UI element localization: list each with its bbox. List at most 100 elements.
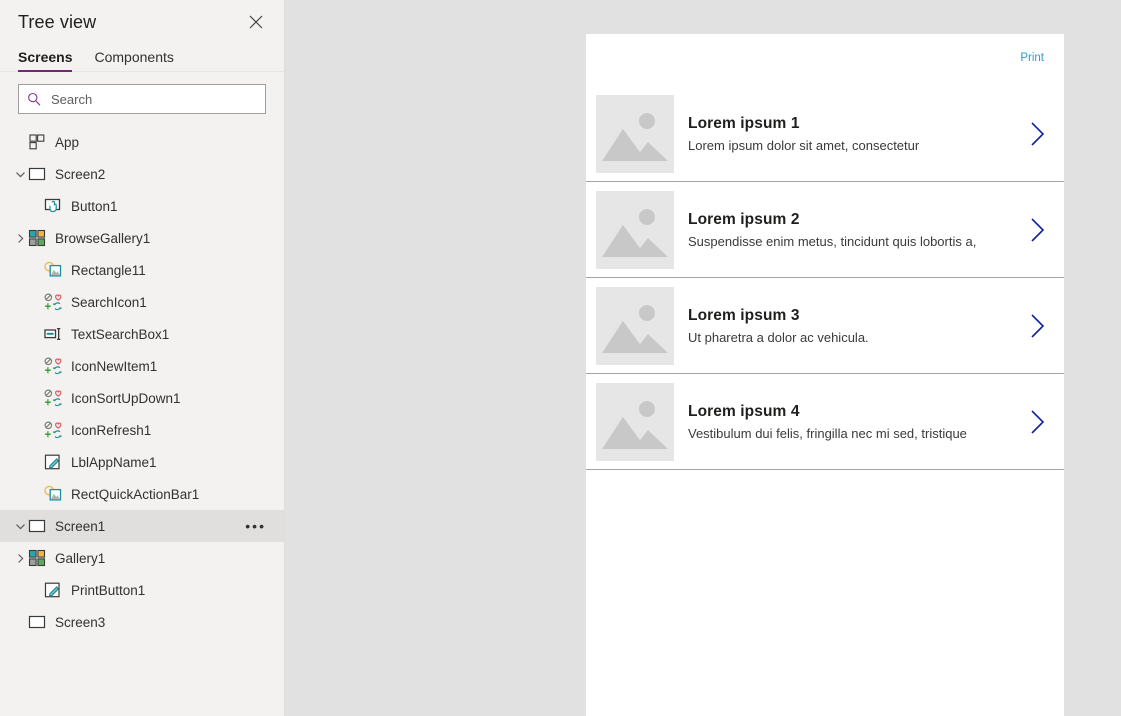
gallery-item-text: Lorem ipsum 1 Lorem ipsum dolor sit amet,… [688, 115, 1024, 153]
tree-item-label: TextSearchBox1 [71, 326, 170, 342]
chevron-right-icon[interactable] [1024, 409, 1050, 435]
close-icon[interactable] [242, 8, 270, 36]
tree-item-lblappname1[interactable]: LblAppName1 [0, 446, 284, 478]
tree-item-screen2[interactable]: Screen2 [0, 158, 284, 190]
gallery-item-subtitle: Suspendisse enim metus, tincidunt quis l… [688, 233, 977, 249]
rectangle-icon [44, 485, 62, 503]
chevron-down-icon[interactable] [12, 166, 28, 182]
print-bar: Print [586, 34, 1064, 86]
canvas-area: Print Lorem ipsum 1 Lorem ipsum dolor sit… [285, 0, 1121, 716]
tree-item-label: IconSortUpDown1 [71, 390, 181, 406]
gallery-item[interactable]: Lorem ipsum 3 Ut pharetra a dolor ac vehi… [586, 278, 1064, 374]
search-container [0, 72, 284, 122]
icon-control-icon [44, 357, 62, 375]
gallery-item-subtitle: Vestibulum dui felis, fringilla nec mi s… [688, 425, 967, 441]
search-icon [27, 92, 41, 106]
icon-control-icon [44, 389, 62, 407]
tree-item-app[interactable]: App [0, 126, 284, 158]
search-input[interactable] [49, 90, 257, 108]
gallery-icon [28, 229, 46, 247]
tree-item-label: IconRefresh1 [71, 422, 152, 438]
tab-screens[interactable]: Screens [18, 49, 73, 72]
gallery-item-title: Lorem ipsum 3 [688, 306, 800, 324]
icon-control-icon [44, 421, 62, 439]
tree-item-label: LblAppName1 [71, 454, 157, 470]
screen-icon [28, 165, 46, 183]
tree-item-rectquickactionbar1[interactable]: RectQuickActionBar1 [0, 478, 284, 510]
gallery-item-subtitle: Ut pharetra a dolor ac vehicula. [688, 329, 869, 345]
chevron-down-icon[interactable] [12, 518, 28, 534]
image-placeholder-icon [596, 286, 674, 365]
tree-item-searchicon1[interactable]: SearchIcon1 [0, 286, 284, 318]
gallery-item[interactable]: Lorem ipsum 1 Lorem ipsum dolor sit amet,… [586, 86, 1064, 182]
gallery-item-title: Lorem ipsum 1 [688, 114, 800, 132]
gallery-control: Lorem ipsum 1 Lorem ipsum dolor sit amet,… [586, 86, 1064, 470]
tree-item-iconrefresh1[interactable]: IconRefresh1 [0, 414, 284, 446]
tree-item-label: Screen3 [55, 614, 106, 630]
tree-item-label: Gallery1 [55, 550, 106, 566]
tab-components[interactable]: Components [94, 49, 173, 71]
tree-view-panel: Tree view Screens Components Search App … [0, 0, 285, 716]
tree-item-rectangle11[interactable]: Rectangle11 [0, 254, 284, 286]
gallery-item[interactable]: Lorem ipsum 2 Suspendisse enim metus, tin… [586, 182, 1064, 278]
tree-item-button1[interactable]: Button1 [0, 190, 284, 222]
chevron-right-icon[interactable] [1024, 217, 1050, 243]
label-icon [44, 453, 62, 471]
screen-icon [28, 613, 46, 631]
tree-item-iconsortupdown1[interactable]: IconSortUpDown1 [0, 382, 284, 414]
tree-item-gallery1[interactable]: Gallery1 [0, 542, 284, 574]
gallery-item-text: Lorem ipsum 3 Ut pharetra a dolor ac vehi… [688, 307, 1024, 345]
screen-icon [28, 517, 46, 535]
image-placeholder-icon [596, 94, 674, 173]
tree-item-label: IconNewItem1 [71, 358, 158, 374]
tree-item-label: Screen2 [55, 166, 106, 182]
tree-item-label: Rectangle11 [71, 262, 146, 278]
tree-item-label: Button1 [71, 198, 118, 214]
tree-item-textsearchbox1[interactable]: TextSearchBox1 [0, 318, 284, 350]
tree-item-browsegallery1[interactable]: BrowseGallery1 [0, 222, 284, 254]
tree-item-label: BrowseGallery1 [55, 230, 151, 246]
rectangle-icon [44, 261, 62, 279]
gallery-item-title: Lorem ipsum 2 [688, 210, 800, 228]
tree-item-label: PrintButton1 [71, 582, 146, 598]
chevron-right-icon[interactable] [1024, 313, 1050, 339]
tree-item-label: SearchIcon1 [71, 294, 147, 310]
label-icon [44, 581, 62, 599]
tree-list: App Screen2 Button1 BrowseGallery1 Rectangle… [0, 122, 284, 638]
search-box[interactable] [18, 84, 266, 114]
tree-item-screen1[interactable]: Screen1 ••• [0, 510, 284, 542]
tree-item-iconnewitem1[interactable]: IconNewItem1 [0, 350, 284, 382]
tree-item-printbutton1[interactable]: PrintButton1 [0, 574, 284, 606]
tree-item-screen3[interactable]: Screen3 [0, 606, 284, 638]
gallery-item[interactable]: Lorem ipsum 4 Vestibulum dui felis, fring… [586, 374, 1064, 470]
print-button[interactable]: Print [1020, 52, 1044, 64]
app-icon [28, 133, 46, 151]
image-placeholder-icon [596, 190, 674, 269]
textbox-icon [44, 325, 62, 343]
gallery-item-text: Lorem ipsum 4 Vestibulum dui felis, fring… [688, 403, 1024, 441]
tree-item-label: App [55, 134, 80, 150]
tree-view-header: Tree view [0, 0, 284, 44]
chevron-right-icon[interactable] [12, 550, 28, 566]
chevron-right-icon[interactable] [1024, 121, 1050, 147]
chevron-right-icon[interactable] [12, 230, 28, 246]
app-root: Tree view Screens Components Search App … [0, 0, 1121, 716]
app-screen-canvas: Print Lorem ipsum 1 Lorem ipsum dolor sit… [586, 34, 1064, 716]
tree-item-label: Screen1 [55, 518, 106, 534]
image-placeholder-icon [596, 382, 674, 461]
panel-title: Tree view [18, 11, 97, 32]
icon-control-icon [44, 293, 62, 311]
tree-item-overflow-menu-button[interactable]: ••• [245, 519, 274, 533]
button-icon [44, 197, 62, 215]
